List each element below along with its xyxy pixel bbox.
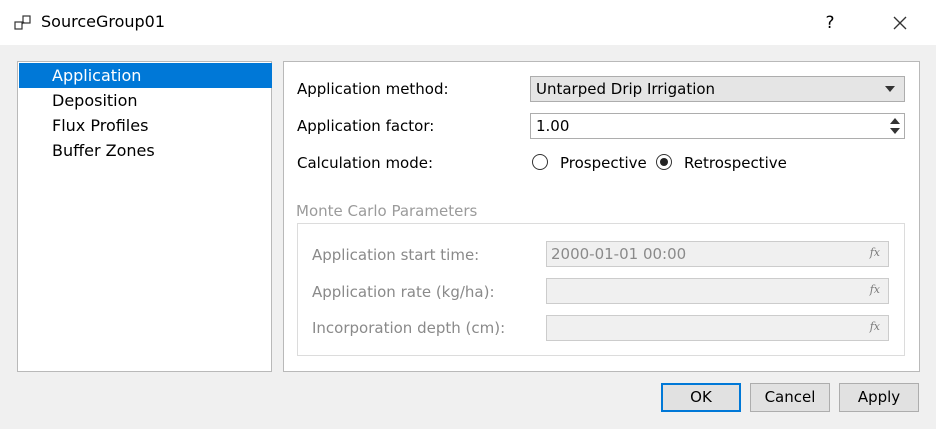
application-factor-value: 1.00	[536, 117, 570, 135]
fx-icon: fx	[869, 320, 880, 333]
spin-down-icon[interactable]	[890, 128, 900, 134]
nav-item-application[interactable]: Application	[19, 63, 272, 88]
application-method-label: Application method:	[297, 80, 449, 98]
help-button[interactable]: ?	[816, 10, 844, 36]
close-icon	[893, 16, 907, 30]
ok-button[interactable]: OK	[661, 383, 741, 412]
incorporation-depth-field: fx	[546, 315, 889, 341]
nav-item-flux-profiles[interactable]: Flux Profiles	[19, 113, 272, 138]
application-rate-label: Application rate (kg/ha):	[312, 283, 495, 301]
fx-icon: fx	[869, 283, 880, 296]
cancel-button[interactable]: Cancel	[750, 383, 830, 412]
calculation-mode-label: Calculation mode:	[297, 154, 434, 172]
application-factor-label: Application factor:	[297, 117, 435, 135]
application-rate-field: fx	[546, 278, 889, 304]
radio-selected-dot	[660, 158, 668, 166]
application-method-dropdown[interactable]: Untarped Drip Irrigation	[530, 76, 905, 102]
chevron-down-icon	[885, 86, 895, 92]
window-title: SourceGroup01	[41, 12, 166, 31]
fx-icon: fx	[869, 246, 880, 259]
start-time-label: Application start time:	[312, 246, 480, 264]
start-time-field: 2000-01-01 00:00 fx	[546, 241, 889, 267]
apply-button[interactable]: Apply	[839, 383, 919, 412]
nav-item-deposition[interactable]: Deposition	[19, 88, 272, 113]
close-button[interactable]	[886, 10, 914, 36]
retrospective-radio[interactable]	[656, 154, 672, 170]
start-time-value: 2000-01-01 00:00	[551, 245, 687, 263]
application-factor-spinbox[interactable]: 1.00	[530, 113, 905, 139]
title-bar: SourceGroup01 ?	[0, 0, 936, 45]
monte-carlo-group-title: Monte Carlo Parameters	[296, 202, 478, 220]
category-list: Application Deposition Flux Profiles Buf…	[17, 61, 272, 372]
spin-up-icon[interactable]	[890, 118, 900, 124]
window-icon	[14, 15, 31, 30]
incorporation-depth-label: Incorporation depth (cm):	[312, 319, 506, 337]
retrospective-label[interactable]: Retrospective	[684, 154, 787, 172]
prospective-radio[interactable]	[532, 154, 548, 170]
prospective-label[interactable]: Prospective	[560, 154, 647, 172]
nav-item-buffer-zones[interactable]: Buffer Zones	[19, 138, 272, 163]
application-method-value: Untarped Drip Irrigation	[536, 80, 716, 98]
